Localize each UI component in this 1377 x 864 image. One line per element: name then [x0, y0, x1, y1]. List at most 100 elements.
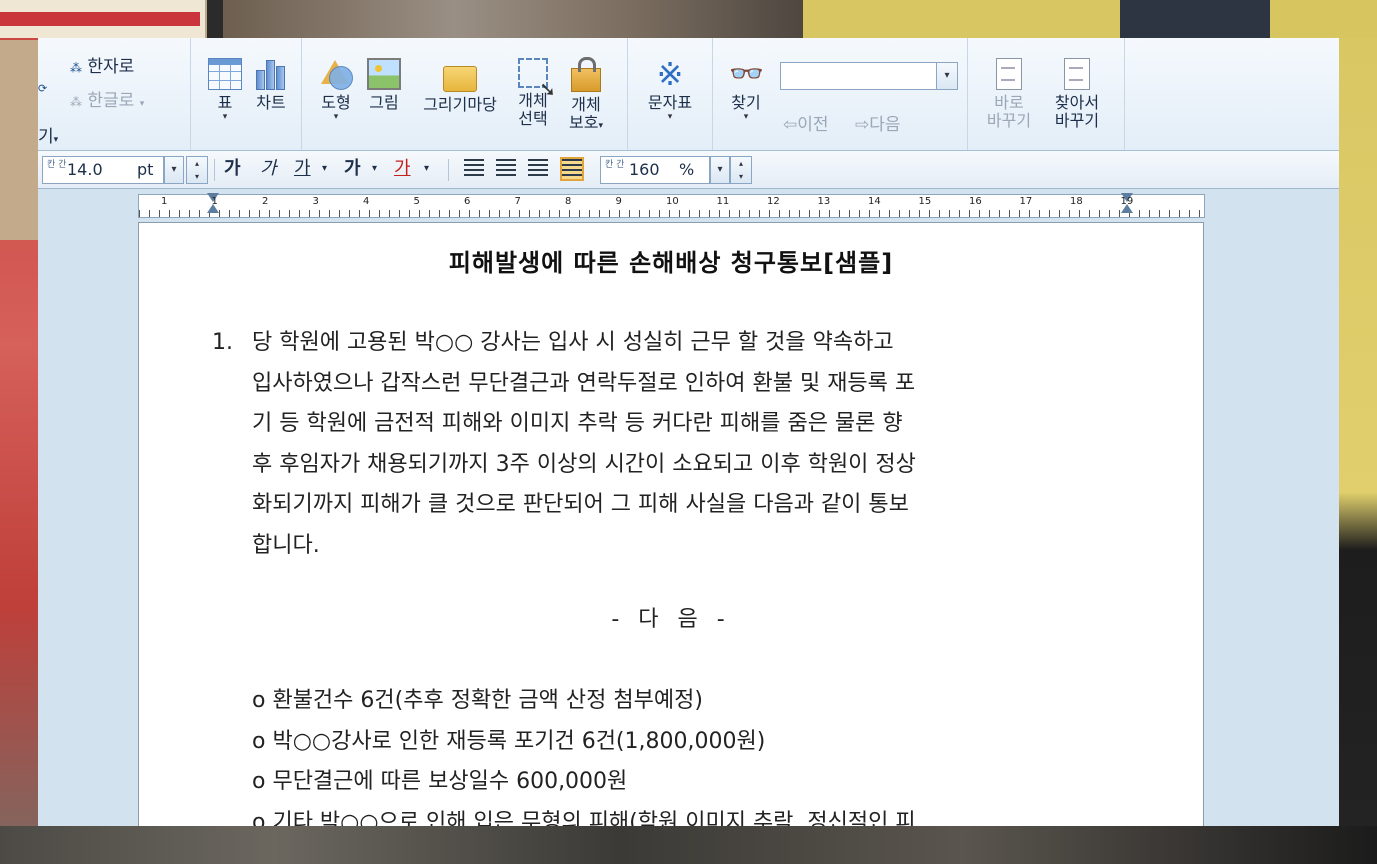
arrow-right-icon: ⇨: [855, 115, 870, 135]
ruler-number: 19: [1120, 196, 1134, 207]
replace-document-icon: [996, 58, 1022, 90]
strikethrough-button[interactable]: 가: [344, 157, 361, 181]
hanja-label: 한자로: [87, 57, 135, 77]
next-button[interactable]: ⇨다음: [855, 110, 901, 135]
font-size-spinner[interactable]: ▴ ▾: [186, 156, 208, 184]
strikethrough-dropdown-icon[interactable]: ▾: [372, 157, 377, 181]
italic-button[interactable]: 가: [260, 157, 277, 181]
find-label: 찾기: [731, 93, 761, 112]
replace-now-button[interactable]: 바로 바꾸기: [980, 58, 1038, 130]
toolbar-separator-2: [448, 159, 449, 181]
horizontal-ruler[interactable]: 1 1 2 3 4 5 6 7 8 9 10 11 12 13 14 15 16 17 18 19: [138, 193, 1205, 218]
list-item: o 기타 박○○으로 인해 입은 무형의 피해(학원 이미지 추락, 정신적인 …: [252, 809, 916, 827]
picture-icon: [367, 58, 401, 90]
document-page[interactable]: 피해발생에 따른 손해배상 청구통보[샘플] 1. 당 학원에 고용된 박○○ …: [138, 222, 1204, 826]
paragraph-line: 합니다.: [252, 532, 320, 558]
toolbar-separator: [214, 159, 215, 181]
hanja-button[interactable]: ⁂ 한자로: [70, 52, 134, 77]
line-spacing-dropdown[interactable]: ▾: [710, 156, 730, 184]
font-size-prefix: 칸 간: [47, 160, 67, 170]
paragraph-line: 기 등 학원에 금전적 피해와 이미지 추락 등 커다란 피해를 줌은 물론 향: [252, 411, 903, 436]
list-item: o 무단결근에 따른 보상일수 600,000원: [252, 769, 628, 794]
find-replace-button[interactable]: 찾아서 바꾸기: [1044, 58, 1110, 130]
shape-icon: [319, 58, 353, 90]
ribbon-toolbar: ⟳ 기▾ ⁂ 한자로 ⁂ 한글로 ▾ 표 ▾ 차트 도형 ▾ 그림 그리기마당 …: [38, 38, 1339, 151]
ruler-number: 13: [817, 196, 831, 207]
find-dropdown-icon: ▾: [743, 112, 749, 122]
line-spacing-value: 160: [629, 160, 660, 179]
font-size-dropdown[interactable]: ▾: [164, 156, 184, 184]
table-button[interactable]: 표 ▾: [205, 58, 245, 122]
chart-label: 차트: [256, 93, 286, 112]
lock-icon: [571, 57, 601, 92]
symbol-icon: ※: [656, 55, 684, 93]
center-heading: - 다 음 -: [611, 607, 731, 632]
left-cut-label: 기: [38, 127, 54, 147]
next-label: 다음: [869, 115, 901, 135]
ruler-number: 16: [969, 196, 982, 207]
find-button[interactable]: 👓 찾기 ▾: [721, 57, 771, 123]
list-item: o 환불건수 6건(추후 정확한 금액 산정 첨부예정): [252, 688, 703, 713]
underline-button[interactable]: 가: [294, 157, 311, 181]
font-color-button[interactable]: 가: [394, 157, 411, 181]
ruler-number: 2: [262, 196, 269, 207]
hangul-icon: ⁂: [70, 95, 82, 109]
table-label: 표: [217, 93, 233, 112]
insert-group: 도형 ▾ 그림 그리기마당 개체 선택 개체 보호▾: [302, 38, 628, 150]
ruler-number: 4: [363, 196, 370, 207]
background-right-strip: [1339, 38, 1377, 864]
binoculars-icon: 👓: [729, 57, 764, 90]
drawing-gallery-button[interactable]: 그리기마당: [412, 58, 508, 114]
align-right-icon[interactable]: [560, 157, 584, 181]
object-select-label-2: 선택: [518, 109, 548, 128]
left-cut-button[interactable]: 기▾: [38, 122, 58, 147]
line-spacing-spinner[interactable]: ▴ ▾: [730, 156, 752, 184]
symbol-label: 문자표: [647, 93, 693, 112]
table-dropdown-icon: ▾: [222, 112, 228, 122]
picture-label: 그림: [369, 93, 399, 112]
word-processor-window: ⟳ 기▾ ⁂ 한자로 ⁂ 한글로 ▾ 표 ▾ 차트 도형 ▾ 그림 그리기마당 …: [38, 38, 1339, 826]
background-top-dark: [1120, 0, 1270, 38]
object-protect-label: 개체: [571, 95, 601, 114]
replace-now-label: 바로: [994, 93, 1024, 112]
align-left-icon[interactable]: [496, 159, 516, 179]
prev-button[interactable]: ⇦이전: [783, 110, 829, 135]
font-color-dropdown-icon[interactable]: ▾: [424, 157, 429, 181]
ruler-number: 11: [716, 196, 730, 207]
chart-icon: [254, 58, 288, 90]
object-protect-label-2: 보호: [569, 113, 599, 132]
ruler-number: 7: [514, 196, 521, 207]
shape-dropdown-icon: ▾: [333, 112, 339, 122]
bold-button[interactable]: 가: [224, 157, 241, 181]
underline-dropdown-icon[interactable]: ▾: [322, 157, 327, 181]
align-center-icon[interactable]: [528, 159, 548, 179]
ruler-number: 15: [918, 196, 932, 207]
line-spacing-prefix: 칸 간: [605, 160, 625, 170]
hanja-icon: ⁂: [70, 61, 82, 75]
object-protect-button[interactable]: 개체 보호▾: [558, 57, 614, 135]
damage-list: o 환불건수 6건(추후 정확한 금액 산정 첨부예정) o 박○○강사로 인한…: [252, 681, 1152, 826]
ruler-number: 17: [1019, 196, 1033, 207]
ruler-number: 1: [211, 196, 218, 207]
list-item: o 박○○강사로 인한 재등록 포기건 6건(1,800,000원): [252, 728, 766, 754]
hangul-button[interactable]: ⁂ 한글로 ▾: [70, 86, 144, 111]
find-input-dropdown-icon[interactable]: ▾: [936, 63, 957, 89]
ruler-number: 5: [413, 196, 420, 207]
font-size-input[interactable]: 칸 간 14.0 pt: [42, 156, 164, 184]
picture-button[interactable]: 그림: [362, 58, 406, 112]
line-spacing-input[interactable]: 칸 간 160 %: [600, 156, 710, 184]
shape-button[interactable]: 도형 ▾: [314, 58, 358, 122]
ruler-number: 18: [1070, 196, 1083, 207]
chart-button[interactable]: 차트: [249, 58, 293, 112]
background-left-box: [0, 40, 38, 240]
drawing-gallery-label: 그리기마당: [423, 95, 497, 114]
ruler-number: 6: [464, 196, 471, 207]
document-title: 피해발생에 따른 손해배상 청구통보[샘플]: [448, 249, 894, 277]
ruler-ticks: [139, 210, 1204, 217]
object-select-button[interactable]: 개체 선택: [510, 58, 556, 128]
symbol-button[interactable]: ※ 문자표 ▾: [640, 58, 700, 122]
shape-label: 도형: [321, 93, 351, 112]
ruler-number: 3: [312, 196, 319, 207]
find-input[interactable]: ▾: [780, 62, 958, 90]
align-justify-icon[interactable]: [464, 159, 484, 179]
